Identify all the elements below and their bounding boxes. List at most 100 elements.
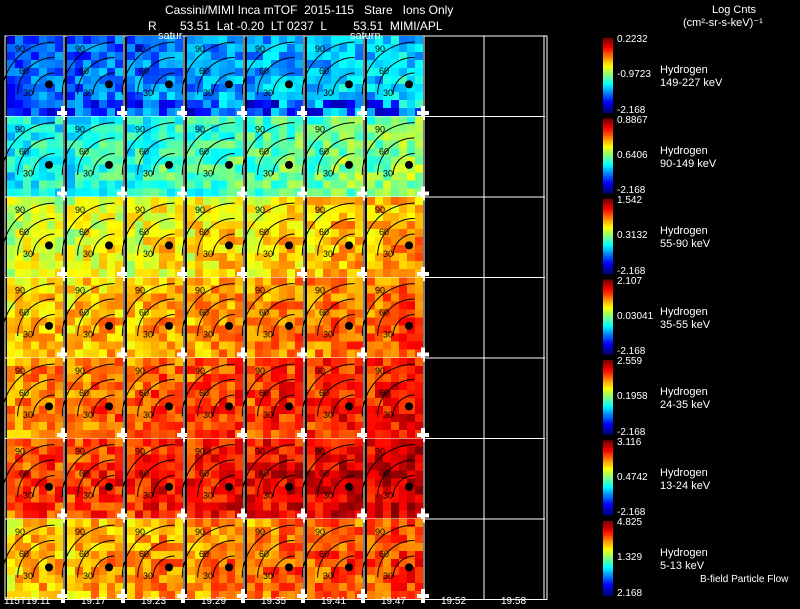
- ena-image-cell: 90 60 30: [301, 197, 369, 281]
- contour-label: 90: [195, 125, 205, 135]
- contour-label: 90: [255, 125, 265, 135]
- ena-image-cell: 90 60 30: [61, 277, 129, 362]
- saturn-marker: [345, 80, 353, 89]
- energy-range: 55-90 keV: [660, 238, 711, 251]
- ena-image-cell: 90 60 30: [1, 358, 69, 442]
- time-tick-label: 19:47: [381, 596, 407, 607]
- saturn-marker: [45, 80, 53, 89]
- contour-label: 30: [203, 330, 213, 340]
- ena-image-cell: 90 60 30: [61, 358, 129, 442]
- time-tick-label: 19:35: [261, 596, 287, 607]
- contour-label: 90: [135, 205, 145, 215]
- saturn-marker: [225, 402, 233, 411]
- ena-image-cell: 90 60 30: [241, 277, 309, 362]
- ena-image-cell: 90 60 30: [181, 197, 249, 281]
- energetic-neutral-atom-image-grid: 90 60 30 90 60 30 90 60 30 90 60 30 90 60 30 90 60 30 90 60…: [1, 35, 613, 603]
- contour-label: 90: [135, 527, 145, 537]
- colorbar-tick-max: 2.559: [617, 356, 643, 367]
- saturn-marker: [285, 80, 293, 89]
- contour-label: 30: [203, 410, 213, 420]
- contour-label: 60: [379, 469, 389, 479]
- time-tick-label: 19:29: [201, 596, 227, 607]
- ena-image-cell: 90 60 30: [241, 36, 309, 120]
- saturn-marker: [345, 160, 353, 169]
- ena-image-cell: 90 60 30: [61, 36, 129, 120]
- colorbar: [603, 440, 613, 516]
- contour-label: 30: [23, 169, 33, 179]
- saturn-marker: [165, 241, 173, 250]
- ena-image-cell: 90 60 30: [1, 197, 69, 281]
- ena-image-cell: 90 60 30: [301, 438, 369, 523]
- contour-label: 60: [379, 227, 389, 237]
- saturn-marker: [45, 241, 53, 250]
- contour-label: 30: [143, 491, 153, 501]
- ena-image-cell: 90 60 30: [241, 438, 309, 523]
- contour-label: 30: [23, 330, 33, 340]
- time-tick-label: 19:52: [441, 596, 467, 607]
- ena-image-cell: 90 60 30: [61, 438, 129, 523]
- contour-label: 60: [319, 66, 329, 76]
- saturn-marker: [405, 482, 413, 491]
- colorbar: [603, 199, 613, 274]
- contour-label: 30: [23, 249, 33, 259]
- contour-label: 60: [19, 388, 29, 398]
- saturn-marker: [105, 241, 113, 250]
- energy-channel-label: Hydrogen 55-90 keV: [660, 225, 710, 251]
- ena-image-cell: 90 60 30: [1, 36, 69, 120]
- contour-label: 30: [263, 571, 273, 581]
- footer-note: B-field Particle Flow: [700, 574, 789, 585]
- contour-label: 30: [203, 88, 213, 98]
- contour-label: 60: [199, 388, 209, 398]
- contour-label: 60: [319, 308, 329, 318]
- contour-label: 30: [263, 330, 273, 340]
- contour-label: 60: [199, 227, 209, 237]
- saturn-marker: [285, 482, 293, 491]
- energy-range: 5-13 keV: [660, 560, 705, 573]
- colorbar: [603, 38, 613, 113]
- energy-range: 149-227 keV: [660, 77, 723, 90]
- ena-image-cell: 90 60 30: [1, 519, 69, 603]
- ena-image-cell: 90 60 30: [121, 116, 189, 201]
- contour-label: 60: [139, 388, 149, 398]
- energy-channel-label: Hydrogen 13-24 keV: [660, 467, 710, 493]
- time-tick-label: 19:41: [321, 596, 347, 607]
- contour-label: 60: [259, 66, 269, 76]
- saturn-marker: [345, 241, 353, 250]
- contour-label: 90: [75, 366, 85, 376]
- colorbar-tick-max: 3.116: [617, 436, 642, 448]
- contour-label: 90: [135, 286, 145, 296]
- saturn-marker: [165, 160, 173, 169]
- ena-image-cell: 90 60 30: [361, 358, 429, 442]
- saturn-marker: [405, 80, 413, 89]
- contour-label: 60: [79, 147, 89, 157]
- contour-label: 60: [319, 388, 329, 398]
- contour-label: 90: [15, 527, 25, 537]
- contour-label: 90: [195, 205, 205, 215]
- ena-image-cell: 90 60 30: [361, 197, 429, 281]
- ena-image-cell: 90 60 30: [121, 438, 189, 523]
- saturn-marker: [165, 402, 173, 411]
- contour-label: 30: [83, 571, 93, 581]
- ena-image-cell: 90 60 30: [301, 116, 369, 201]
- colorbar-tick-max: 1.542: [617, 195, 643, 206]
- contour-label: 90: [195, 366, 205, 376]
- species-name: Hydrogen: [660, 144, 708, 157]
- contour-label: 90: [75, 527, 85, 537]
- contour-label: 30: [143, 249, 153, 259]
- contour-label: 60: [139, 308, 149, 318]
- contour-label: 60: [319, 469, 329, 479]
- colorbar-tick-mid: 0.3132: [617, 230, 648, 242]
- contour-label: 90: [375, 286, 385, 296]
- colorbar: [603, 118, 613, 194]
- saturn-marker: [45, 160, 53, 169]
- saturn-marker: [285, 563, 293, 572]
- contour-label: 60: [379, 308, 389, 318]
- contour-label: 60: [199, 147, 209, 157]
- contour-label: 60: [259, 469, 269, 479]
- colorbar-tick-max: 0.2232: [617, 34, 648, 45]
- contour-label: 90: [315, 286, 325, 296]
- colorbar-tick-mid: 0.4742: [617, 471, 648, 483]
- saturn-marker: [45, 321, 53, 330]
- ena-image-cell: 90 60 30: [121, 197, 189, 281]
- contour-label: 90: [315, 527, 325, 537]
